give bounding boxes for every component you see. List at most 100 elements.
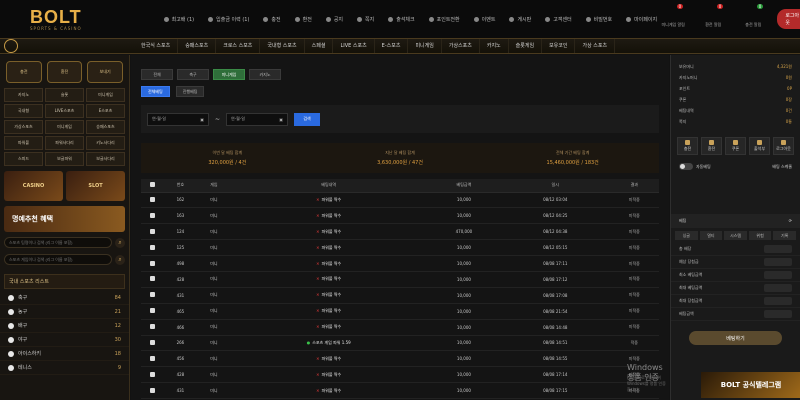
nav-item[interactable]: 국내형 스포츠 <box>260 39 305 53</box>
game-menu-item[interactable]: 파워사다리 <box>45 136 84 150</box>
promo-banner[interactable]: 명예추천 혜택 <box>4 206 125 232</box>
game-menu-item[interactable]: 가상스포츠 <box>4 120 43 134</box>
game-menu-item[interactable]: 키노사다리 <box>86 136 125 150</box>
top-link[interactable]: 출석체크 <box>388 16 415 23</box>
table-row[interactable]: 498 미니 ✕ 파워볼 짝수 10,000 08/08 17:11 미적중 <box>141 255 659 272</box>
row-checkbox[interactable] <box>149 339 155 345</box>
row-checkbox[interactable] <box>149 196 155 202</box>
top-link[interactable]: 쪽지 <box>357 16 374 23</box>
row-checkbox[interactable] <box>149 371 155 377</box>
betslip-tab[interactable]: 기록 <box>773 231 796 240</box>
sport-list-item[interactable]: 축구 84 <box>0 291 129 305</box>
nav-item[interactable]: 크로스 스포츠 <box>216 39 261 53</box>
category-tab[interactable]: 미니게임 <box>213 69 245 80</box>
nav-item[interactable]: 슬롯게임 <box>509 39 543 53</box>
game-menu-item[interactable]: 미니게임 <box>45 120 84 134</box>
game-menu-item[interactable]: 스피드 <box>4 152 43 166</box>
status-tab[interactable]: 진행베팅 <box>175 86 205 97</box>
row-checkbox[interactable] <box>149 260 155 266</box>
table-row[interactable]: 428 미니 ✕ 파워볼 짝수 10,000 08/08 17:12 미적중 <box>141 271 659 288</box>
sport-list-item[interactable]: 아이스하키 18 <box>0 347 129 361</box>
game-menu-item[interactable]: 카지노 <box>4 88 43 102</box>
nav-item[interactable]: LIVE 스포츠 <box>333 39 375 53</box>
table-row[interactable]: 162 미니 ✕ 파워볼 짝수 10,000 08/12 03:04 미적중 <box>141 192 659 209</box>
sport-list-item[interactable]: 농구 21 <box>0 305 129 319</box>
row-checkbox[interactable] <box>149 324 155 330</box>
quick-action-button[interactable]: 보내기 <box>87 61 124 83</box>
user-action-button[interactable]: 로그아웃 <box>773 137 794 155</box>
betslip-tab[interactable]: 멀티 <box>699 231 723 240</box>
category-tab[interactable]: 카지노 <box>249 69 281 80</box>
betslip-tab[interactable]: 싱글 <box>675 231 698 240</box>
top-link[interactable]: 공지 <box>325 16 343 23</box>
top-link[interactable]: 이벤트 <box>473 16 495 23</box>
betslip-tab[interactable]: 위험 <box>748 231 772 240</box>
search-button[interactable]: 검색 <box>294 112 321 126</box>
top-link[interactable]: 충전 <box>263 16 281 23</box>
telegram-banner[interactable]: BOLT 공식텔레그램 <box>701 372 800 398</box>
game-menu-item[interactable]: 슬롯 <box>45 88 84 102</box>
top-link[interactable]: 마이페이지 <box>626 16 657 23</box>
game-menu-item[interactable]: 국내형 <box>4 104 43 118</box>
top-link[interactable]: 비밀번호 <box>585 16 612 23</box>
table-row[interactable]: 456 미니 ✕ 파워볼 짝수 10,000 08/08 14:55 미적중 <box>141 350 659 368</box>
game-menu-item[interactable]: E스포츠 <box>86 104 125 118</box>
nav-item[interactable]: 스페셜 <box>305 39 334 53</box>
table-row[interactable]: 266 미니 ● 스포츠 게임 파워 1.59 10,000 08/08 14:51 적중 <box>141 335 659 352</box>
row-checkbox[interactable] <box>149 308 155 314</box>
notification-button[interactable]: 0 미니게임 알림 <box>657 4 689 28</box>
table-row[interactable]: 163 미니 ✕ 파워볼 짝수 10,000 08/12 04:25 미적중 <box>141 207 659 225</box>
date-to-field[interactable]: 연-월-일 ▣ <box>226 112 289 126</box>
site-logo[interactable]: BOLT SPORTS & CASINO <box>0 0 82 38</box>
user-action-button[interactable]: 출석부 <box>749 137 770 155</box>
refresh-icon[interactable]: ⟳ <box>789 218 792 224</box>
top-link[interactable]: 게시판 <box>509 16 531 23</box>
game-menu-item[interactable]: 보글파워 <box>45 152 84 166</box>
table-row[interactable]: 465 미니 ✕ 파워볼 짝수 10,000 08/08 21:54 미적중 <box>141 303 659 320</box>
date-from-field[interactable]: 연-월-일 ▣ <box>147 112 209 126</box>
game-menu-item[interactable]: 승패스포츠 <box>86 120 125 134</box>
sport-list-item[interactable]: 야구 30 <box>0 333 129 347</box>
nav-item[interactable]: 승패스포츠 <box>178 39 217 53</box>
user-action-button[interactable]: 충전 <box>677 137 698 155</box>
row-checkbox[interactable] <box>149 387 155 393</box>
category-tab[interactable]: 축구 <box>177 69 209 80</box>
team-search-input[interactable] <box>4 237 112 248</box>
select-all-checkbox[interactable] <box>149 182 155 188</box>
status-tab[interactable]: 전체베팅 <box>141 86 170 97</box>
top-link[interactable]: 환전 <box>294 16 312 23</box>
nav-item[interactable]: 한국식 스포츠 <box>134 39 179 53</box>
nav-item[interactable]: E-스포츠 <box>375 39 409 53</box>
game-menu-item[interactable]: 보글사다리 <box>86 152 125 166</box>
category-tab[interactable]: 전체 <box>141 69 173 80</box>
search-icon[interactable]: ⌕ <box>115 254 125 265</box>
quick-action-button[interactable]: 환전 <box>46 61 83 83</box>
row-checkbox[interactable] <box>149 212 155 218</box>
table-row[interactable]: 431 미니 ✕ 파워볼 짝수 10,000 08/08 17:15 미적중 <box>141 382 659 400</box>
top-link[interactable]: 고객센터 <box>545 16 572 23</box>
top-link[interactable]: 최고배 (1) <box>163 16 194 23</box>
row-checkbox[interactable] <box>149 244 155 250</box>
row-checkbox[interactable] <box>149 355 155 361</box>
table-row[interactable]: 124 미니 ✕ 파워볼 짝수 470,000 08/12 04:38 미적중 <box>141 223 659 241</box>
nav-item[interactable]: 미니게임 <box>408 39 442 53</box>
row-checkbox[interactable] <box>149 228 155 234</box>
table-row[interactable]: 125 미니 ✕ 파워볼 짝수 10,000 08/12 05:15 미적중 <box>141 239 659 257</box>
nav-item[interactable]: 가상스포츠 <box>442 39 480 53</box>
place-bet-button[interactable]: 베팅하기 <box>689 331 782 345</box>
logout-button[interactable]: 로그아웃 <box>777 9 800 29</box>
game-search-input[interactable] <box>4 254 112 265</box>
table-row[interactable]: 428 미니 ✕ 파워볼 짝수 10,000 08/08 17:14 미적중 <box>141 366 659 384</box>
sport-list-item[interactable]: 배구 12 <box>0 319 129 333</box>
notification-button[interactable]: 0 충전 알림 <box>737 4 769 28</box>
game-menu-item[interactable]: 파워볼 <box>4 136 43 150</box>
top-link[interactable]: 입출금 이력 (1) <box>208 16 249 23</box>
nav-item[interactable]: 가상 스포츠 <box>575 39 616 53</box>
search-icon[interactable]: ⌕ <box>115 237 125 248</box>
user-action-button[interactable]: 쿠폰 <box>725 137 746 155</box>
quick-action-button[interactable]: 충전 <box>6 61 42 83</box>
game-menu-item[interactable]: 미니게임 <box>86 88 125 102</box>
game-banner[interactable]: SLOT <box>66 171 125 201</box>
table-row[interactable]: 466 미니 ✕ 파워볼 짝수 10,000 08/08 14:48 미적중 <box>141 319 659 336</box>
sport-list-item[interactable]: 테니스 9 <box>0 361 129 375</box>
